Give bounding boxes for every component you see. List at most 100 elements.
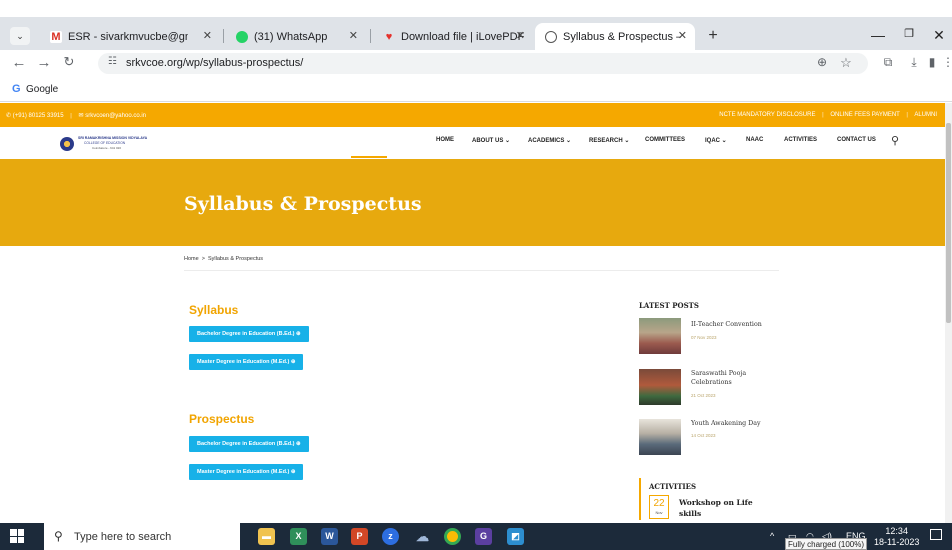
close-window-button[interactable]: ✕: [929, 27, 949, 44]
scrollbar-thumb[interactable]: [946, 123, 951, 323]
post-title[interactable]: Youth Awakening Day: [691, 419, 781, 428]
nav-label: IQAC: [705, 138, 720, 144]
prospectus-med-button[interactable]: Master Degree in Education (M.Ed.) ⊕: [189, 464, 304, 480]
word-icon[interactable]: W: [321, 528, 338, 545]
nav-label: RESEARCH: [589, 138, 623, 144]
syllabus-med-button[interactable]: Master Degree in Education (M.Ed.) ⊕: [189, 354, 304, 370]
bookmark-google[interactable]: Google: [26, 84, 58, 95]
chevron-up-icon[interactable]: ^: [770, 531, 774, 541]
whatsapp-icon: [236, 30, 248, 43]
post-date: 14 Oct 2023: [691, 433, 716, 438]
nav-about-us[interactable]: ABOUT US ⌄: [472, 137, 510, 144]
divider: [184, 270, 779, 271]
nav-home[interactable]: HOME: [436, 137, 454, 143]
close-icon[interactable]: ✕: [516, 29, 525, 42]
bookmarks-bar: G Google: [0, 77, 952, 102]
app-icon[interactable]: G: [475, 528, 492, 545]
nav-iqac[interactable]: IQAC ⌄: [705, 137, 727, 144]
tab-gmail[interactable]: M ESR - sivarkmvucbe@gmail.com ✕: [40, 23, 220, 50]
menu-icon[interactable]: ⋮: [940, 55, 952, 69]
photos-icon[interactable]: ◩: [507, 528, 524, 545]
divider: |: [70, 113, 72, 119]
forward-icon[interactable]: →: [35, 54, 53, 71]
link-alumni[interactable]: ALUMNI: [914, 112, 937, 118]
latest-posts-heading: LATEST POSTS: [639, 301, 699, 310]
bookmark-star-icon[interactable]: ☆: [838, 55, 854, 71]
new-tab-button[interactable]: +: [703, 27, 723, 47]
minimize-button[interactable]: —: [868, 27, 888, 43]
download-icon[interactable]: ⤓: [906, 55, 922, 70]
page-hero-banner: Syllabus & Prospectus: [0, 159, 945, 246]
clock-time: 12:34: [885, 526, 908, 536]
cloud-app-icon[interactable]: ☁: [414, 528, 431, 545]
close-icon[interactable]: ✕: [349, 29, 358, 42]
tab-syllabus[interactable]: Syllabus & Prospectus – SRKVC ✕: [535, 23, 695, 50]
extensions-icon[interactable]: ⧉: [880, 55, 896, 70]
activities-heading: ACTIVITIES: [649, 482, 697, 491]
post-thumbnail-youth-awakening[interactable]: [639, 419, 681, 455]
main-navigation: SRI RAMAKRISHNA MISSION VIDYALAYA COLLEG…: [0, 127, 945, 159]
post-thumbnail-teacher-convention[interactable]: [639, 318, 681, 354]
url-text: srkvcoe.org/wp/syllabus-prospectus/: [126, 57, 304, 69]
file-explorer-icon[interactable]: ▬: [258, 528, 275, 545]
system-clock[interactable]: 12:34 18-11-2023: [874, 526, 919, 548]
tab-search-button[interactable]: ⌄: [10, 27, 30, 45]
nav-academics[interactable]: ACADEMICS ⌄: [528, 137, 571, 144]
notification-icon[interactable]: [930, 529, 942, 540]
nav-activities[interactable]: ACTIVITIES: [784, 137, 817, 143]
link-online-fees[interactable]: ONLINE FEES PAYMENT: [830, 112, 899, 118]
nav-label: ABOUT US: [472, 138, 504, 144]
browser-toolbar: ← → ↻ ☷ srkvcoe.org/wp/syllabus-prospect…: [0, 50, 952, 77]
reload-icon[interactable]: ↻: [60, 54, 78, 70]
nav-research[interactable]: RESEARCH ⌄: [589, 137, 629, 144]
nav-naac[interactable]: NAAC: [746, 137, 763, 143]
windows-start-icon[interactable]: [10, 529, 24, 543]
link-ncte-disclosure[interactable]: NCTE MANDATORY DISCLOSURE: [719, 112, 815, 118]
post-thumbnail-saraswathi-pooja[interactable]: [639, 369, 681, 405]
syllabus-bed-button[interactable]: Bachelor Degree in Education (B.Ed.) ⊕: [189, 326, 309, 342]
back-icon[interactable]: ←: [10, 54, 28, 71]
nav-label: ACADEMICS: [528, 138, 565, 144]
prospectus-bed-button[interactable]: Bachelor Degree in Education (B.Ed.) ⊕: [189, 436, 309, 452]
close-icon[interactable]: ✕: [203, 29, 212, 42]
powerpoint-icon[interactable]: P: [351, 528, 368, 545]
activity-title[interactable]: Workshop on Life skills: [679, 497, 769, 519]
site-logo[interactable]: SRI RAMAKRISHNA MISSION VIDYALAYA COLLEG…: [60, 135, 170, 153]
excel-icon[interactable]: X: [290, 528, 307, 545]
close-icon[interactable]: ✕: [678, 29, 687, 42]
breadcrumb-home[interactable]: Home: [184, 256, 199, 262]
address-bar[interactable]: ☷ srkvcoe.org/wp/syllabus-prospectus/: [98, 53, 868, 74]
tab-whatsapp[interactable]: (31) WhatsApp ✕: [226, 23, 366, 50]
search-placeholder: Type here to search: [74, 531, 172, 543]
post-title[interactable]: II-Teacher Convention: [691, 320, 781, 329]
breadcrumb: Home > Syllabus & Prospectus: [184, 256, 263, 262]
activity-date-badge: 22 Nov: [649, 495, 669, 519]
search-icon[interactable]: ⚲: [891, 134, 899, 147]
taskbar-search[interactable]: ⚲ Type here to search: [44, 523, 240, 550]
college-crest-icon: [60, 137, 74, 151]
zoom-icon[interactable]: ⊕: [814, 55, 830, 69]
phone-number[interactable]: (+91) 80125 33915: [13, 113, 64, 119]
post-title[interactable]: Saraswathi Pooja Celebrations: [691, 369, 781, 387]
divider: |: [822, 112, 824, 118]
tab-ilovepdf[interactable]: ♥ Download file | iLovePDF ✕: [373, 23, 533, 50]
battery-tooltip: Fully charged (100%): [785, 538, 868, 550]
active-underline: [351, 156, 387, 158]
ilovepdf-icon: ♥: [385, 30, 393, 43]
post-date: 21 Oct 2023: [691, 393, 716, 398]
logo-line-2: COLLEGE OF EDUCATION: [84, 141, 126, 145]
restore-button[interactable]: ❐: [899, 27, 919, 40]
google-icon: G: [12, 83, 21, 95]
tab-label: (31) WhatsApp: [254, 30, 328, 43]
site-info-icon[interactable]: ☷: [108, 56, 117, 67]
nav-committees[interactable]: COMMITTEES: [645, 137, 685, 143]
tab-divider: [370, 29, 371, 43]
page-scrollbar[interactable]: [945, 103, 952, 523]
chrome-icon[interactable]: [444, 528, 461, 545]
zoom-app-icon[interactable]: z: [382, 528, 399, 545]
nav-contact-us[interactable]: CONTACT US: [837, 137, 876, 143]
side-panel-icon[interactable]: ▮: [924, 55, 940, 69]
syllabus-heading: Syllabus: [189, 303, 239, 317]
email-link[interactable]: srkvcoen@yahoo.co.in: [85, 113, 146, 119]
breadcrumb-current: Syllabus & Prospectus: [208, 256, 264, 262]
